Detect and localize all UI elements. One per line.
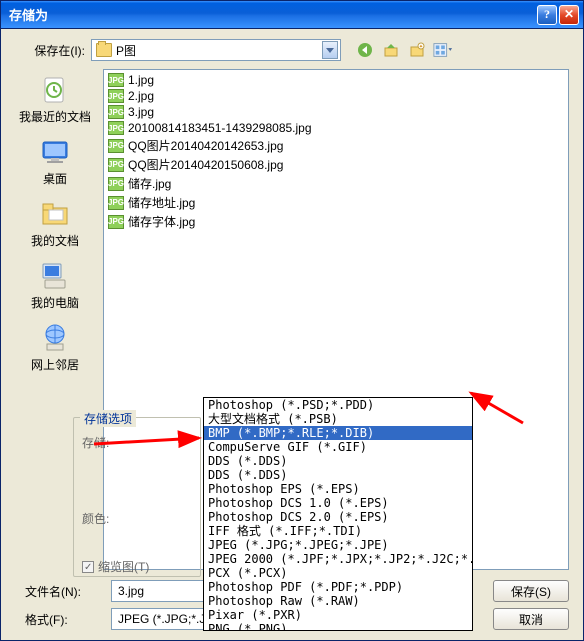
lookin-combo[interactable]: P图	[91, 39, 341, 61]
format-option[interactable]: IFF 格式 (*.IFF;*.TDI)	[204, 524, 472, 538]
file-item[interactable]: JPG 2.jpg	[106, 88, 566, 104]
format-option[interactable]: DDS (*.DDS)	[204, 454, 472, 468]
nav-icons: ✦	[355, 40, 453, 60]
chevron-down-icon[interactable]	[322, 41, 338, 59]
sidebar-item-desktop[interactable]: 桌面	[18, 133, 92, 191]
lookin-row: 保存在(I): P图 ✦	[15, 39, 569, 61]
help-button[interactable]: ?	[537, 5, 557, 25]
window-title: 存储为	[9, 5, 535, 24]
jpg-file-icon: JPG	[108, 177, 124, 191]
jpg-file-icon: JPG	[108, 196, 124, 210]
filename-label: 文件名(N):	[15, 583, 105, 600]
file-name: 储存.jpg	[128, 175, 171, 192]
sidebar-item-label: 桌面	[43, 170, 67, 187]
back-icon[interactable]	[355, 40, 375, 60]
file-name: 3.jpg	[128, 105, 154, 119]
file-name: QQ图片20140420142653.jpg	[128, 137, 283, 154]
format-option[interactable]: Photoshop PDF (*.PDF;*.PDP)	[204, 580, 472, 594]
sidebar-item-label: 我的文档	[31, 232, 79, 249]
format-option[interactable]: DDS (*.DDS)	[204, 468, 472, 482]
file-item[interactable]: JPG QQ图片20140420142653.jpg	[106, 136, 566, 155]
titlebar[interactable]: 存储为 ? ✕	[1, 1, 583, 29]
documents-icon	[39, 198, 71, 230]
format-option[interactable]: PCX (*.PCX)	[204, 566, 472, 580]
file-name: 20100814183451-1439298085.jpg	[128, 121, 312, 135]
view-menu-icon[interactable]	[433, 40, 453, 60]
desktop-icon	[39, 136, 71, 168]
network-icon	[39, 322, 71, 354]
jpg-file-icon: JPG	[108, 121, 124, 135]
save-button-label: 保存(S)	[511, 583, 551, 600]
cancel-button-label: 取消	[519, 611, 543, 628]
up-icon[interactable]	[381, 40, 401, 60]
lookin-label: 保存在(I):	[15, 42, 85, 59]
jpg-file-icon: JPG	[108, 105, 124, 119]
file-item[interactable]: JPG 储存字体.jpg	[106, 212, 566, 231]
jpg-file-icon: JPG	[108, 73, 124, 87]
jpg-file-icon: JPG	[108, 158, 124, 172]
format-option[interactable]: Photoshop Raw (*.RAW)	[204, 594, 472, 608]
file-item[interactable]: JPG QQ图片20140420150608.jpg	[106, 155, 566, 174]
format-dropdown-list[interactable]: Photoshop (*.PSD;*.PDD)大型文档格式 (*.PSB)BMP…	[203, 397, 473, 631]
sidebar-item-network[interactable]: 网上邻居	[18, 319, 92, 377]
jpg-file-icon: JPG	[108, 139, 124, 153]
file-item[interactable]: JPG 3.jpg	[106, 104, 566, 120]
file-name: 储存地址.jpg	[128, 194, 195, 211]
save-sublabel: 存储:	[82, 434, 109, 451]
file-name: QQ图片20140420150608.jpg	[128, 156, 283, 173]
thumbnail-label: 缩览图(T)	[98, 558, 149, 575]
format-option[interactable]: CompuServe GIF (*.GIF)	[204, 440, 472, 454]
format-option[interactable]: Pixar (*.PXR)	[204, 608, 472, 622]
new-folder-icon[interactable]: ✦	[407, 40, 427, 60]
color-sublabel: 颜色:	[82, 510, 109, 527]
sidebar-item-mydocs[interactable]: 我的文档	[18, 195, 92, 253]
close-button[interactable]: ✕	[559, 5, 579, 25]
cancel-button[interactable]: 取消	[493, 608, 569, 630]
format-option[interactable]: JPEG 2000 (*.JPF;*.JPX;*.JP2;*.J2C;*.J2K…	[204, 552, 472, 566]
file-item[interactable]: JPG 20100814183451-1439298085.jpg	[106, 120, 566, 136]
checkbox-icon	[82, 561, 94, 573]
save-options-group: 存储选项 存储: 颜色: 缩览图(T)	[73, 417, 201, 577]
format-option[interactable]: PNG (*.PNG)	[204, 622, 472, 631]
save-button[interactable]: 保存(S)	[493, 580, 569, 602]
thumbnail-checkbox-row[interactable]: 缩览图(T)	[82, 558, 149, 575]
format-option[interactable]: Photoshop EPS (*.EPS)	[204, 482, 472, 496]
save-as-dialog: 存储为 ? ✕ 保存在(I): P图 ✦	[0, 0, 584, 641]
sidebar-item-label: 我的电脑	[31, 294, 79, 311]
sidebar-item-label: 网上邻居	[31, 356, 79, 373]
file-item[interactable]: JPG 1.jpg	[106, 72, 566, 88]
jpg-file-icon: JPG	[108, 215, 124, 229]
file-name: 储存字体.jpg	[128, 213, 195, 230]
format-option[interactable]: Photoshop DCS 1.0 (*.EPS)	[204, 496, 472, 510]
format-option[interactable]: BMP (*.BMP;*.RLE;*.DIB)	[204, 426, 472, 440]
folder-icon	[96, 43, 112, 57]
svg-text:✦: ✦	[419, 44, 423, 50]
computer-icon	[39, 260, 71, 292]
recent-docs-icon	[39, 74, 71, 106]
jpg-file-icon: JPG	[108, 89, 124, 103]
lookin-value: P图	[116, 42, 322, 59]
file-name: 1.jpg	[128, 73, 154, 87]
file-item[interactable]: JPG 储存.jpg	[106, 174, 566, 193]
options-group-title: 存储选项	[80, 410, 136, 427]
format-option[interactable]: JPEG (*.JPG;*.JPEG;*.JPE)	[204, 538, 472, 552]
sidebar-item-computer[interactable]: 我的电脑	[18, 257, 92, 315]
format-option[interactable]: 大型文档格式 (*.PSB)	[204, 412, 472, 426]
file-item[interactable]: JPG 储存地址.jpg	[106, 193, 566, 212]
file-name: 2.jpg	[128, 89, 154, 103]
format-label: 格式(F):	[15, 611, 105, 628]
sidebar-item-label: 我最近的文档	[19, 108, 91, 125]
format-option[interactable]: Photoshop DCS 2.0 (*.EPS)	[204, 510, 472, 524]
sidebar-item-recent[interactable]: 我最近的文档	[18, 71, 92, 129]
format-option[interactable]: Photoshop (*.PSD;*.PDD)	[204, 398, 472, 412]
